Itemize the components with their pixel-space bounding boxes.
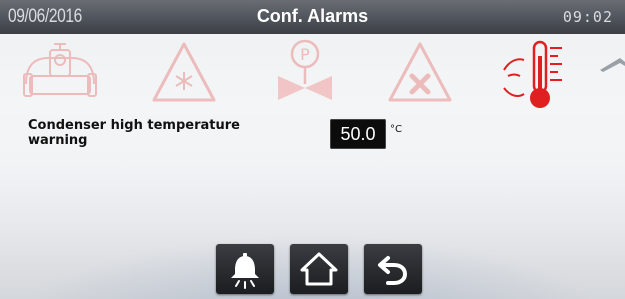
alarm-category-bar: P (0, 36, 625, 112)
frost-warning-icon[interactable] (148, 36, 220, 112)
general-alarm-icon[interactable] (384, 36, 456, 112)
condenser-temperature-icon[interactable] (498, 36, 578, 116)
alarm-bell-button[interactable] (216, 244, 274, 294)
setting-label-line2: warning (28, 133, 88, 148)
svg-text:P: P (300, 45, 310, 64)
time-display: 09:02 (562, 8, 613, 26)
page-title: Conf. Alarms (256, 6, 369, 26)
setting-label: Condenser high temperature warning (28, 118, 298, 148)
alarm-bell-icon (231, 253, 259, 289)
home-button[interactable] (290, 244, 348, 294)
setting-label-line1: Condenser high temperature (28, 118, 240, 133)
header-bar: 09/06/2016 Conf. Alarms 09:02 (0, 0, 625, 34)
back-button[interactable] (364, 244, 422, 294)
back-icon (378, 256, 408, 285)
home-icon (300, 252, 338, 286)
flowmeter-sensor-icon[interactable] (20, 36, 100, 112)
temperature-unit: °C (390, 124, 402, 135)
temperature-value-field[interactable]: 50.0 (330, 119, 386, 149)
scroll-up-icon[interactable] (598, 54, 625, 78)
pressure-valve-icon[interactable]: P (270, 36, 340, 112)
